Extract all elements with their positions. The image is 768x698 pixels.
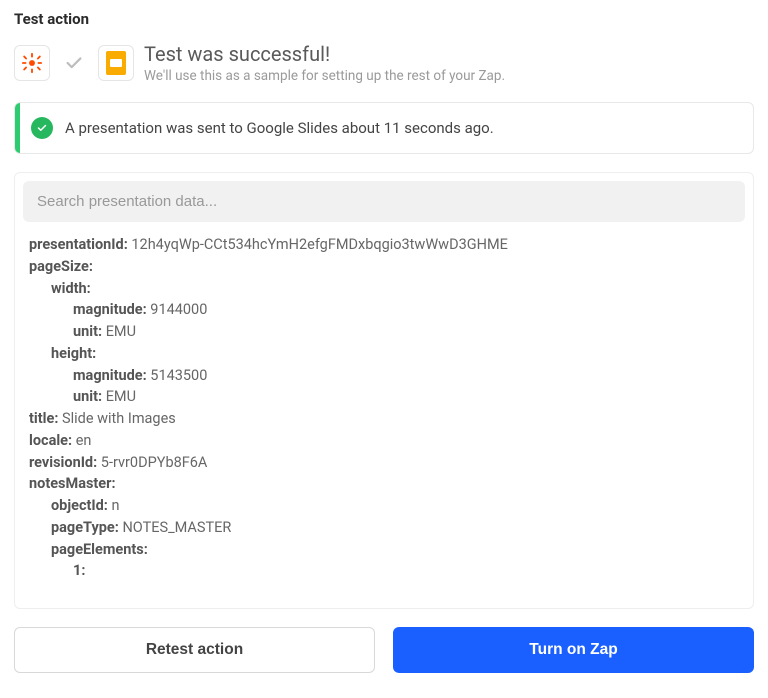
data-row: objectId: n [29, 495, 745, 517]
data-value: EMU [106, 388, 136, 405]
zapier-sun-icon [21, 52, 43, 74]
data-value: 5-rvr0DPYb8F6A [101, 454, 208, 471]
status-row: Test was successful! We'll use this as a… [14, 42, 754, 84]
data-key: objectId: [51, 497, 108, 514]
data-row: pageSize: [29, 256, 745, 278]
data-key: presentationId: [29, 236, 128, 253]
status-subtext: We'll use this as a sample for setting u… [144, 68, 505, 84]
data-value: en [76, 432, 92, 449]
data-row: pageType: NOTES_MASTER [29, 517, 745, 539]
data-key: unit: [73, 388, 102, 405]
data-key: notesMaster: [29, 475, 116, 492]
data-key: pageElements: [51, 541, 148, 558]
data-key: locale: [29, 432, 72, 449]
data-row: revisionId: 5-rvr0DPYb8F6A [29, 452, 745, 474]
data-row: height: [29, 343, 745, 365]
data-value: 9144000 [150, 301, 207, 318]
data-key: pageSize: [29, 258, 93, 275]
search-input[interactable] [23, 181, 745, 222]
data-key: revisionId: [29, 454, 97, 471]
data-row: unit: EMU [29, 321, 745, 343]
output-panel: presentationId: 12h4yqWp-CCt534hcYmH2efg… [14, 172, 754, 609]
notice-text: A presentation was sent to Google Slides… [65, 119, 494, 137]
google-slides-icon [98, 45, 134, 81]
data-row: width: [29, 278, 745, 300]
data-value: 5143500 [150, 367, 207, 384]
data-value: Slide with Images [62, 410, 176, 427]
data-scroll-area[interactable]: presentationId: 12h4yqWp-CCt534hcYmH2efg… [23, 232, 745, 600]
data-value: NOTES_MASTER [122, 519, 231, 536]
success-circle-icon [31, 117, 53, 139]
data-value: EMU [106, 323, 136, 340]
data-key: unit: [73, 323, 102, 340]
data-value: n [112, 497, 120, 514]
success-check-icon [60, 49, 88, 77]
success-notice: A presentation was sent to Google Slides… [14, 102, 754, 154]
data-key: magnitude: [73, 367, 147, 384]
data-row: notesMaster: [29, 473, 745, 495]
data-key: height: [51, 345, 96, 362]
data-row: 1: [29, 560, 745, 582]
data-row: magnitude: 5143500 [29, 365, 745, 387]
data-key: 1: [73, 562, 85, 579]
data-row: magnitude: 9144000 [29, 299, 745, 321]
data-key: width: [51, 280, 91, 297]
data-row: presentationId: 12h4yqWp-CCt534hcYmH2efg… [29, 234, 745, 256]
data-value: 12h4yqWp-CCt534hcYmH2efgFMDxbqgio3twWwD3… [131, 236, 507, 253]
data-row: locale: en [29, 430, 745, 452]
section-title: Test action [14, 10, 754, 28]
button-row: Retest action Turn on Zap [14, 627, 754, 673]
turn-on-zap-button[interactable]: Turn on Zap [393, 627, 754, 673]
data-row: title: Slide with Images [29, 408, 745, 430]
data-key: magnitude: [73, 301, 147, 318]
data-row: pageElements: [29, 539, 745, 561]
retest-button[interactable]: Retest action [14, 627, 375, 673]
data-key: title: [29, 410, 58, 427]
data-row: unit: EMU [29, 386, 745, 408]
data-key: pageType: [51, 519, 119, 536]
status-text: Test was successful! We'll use this as a… [144, 42, 505, 84]
zapier-icon [14, 45, 50, 81]
status-heading: Test was successful! [144, 42, 505, 66]
